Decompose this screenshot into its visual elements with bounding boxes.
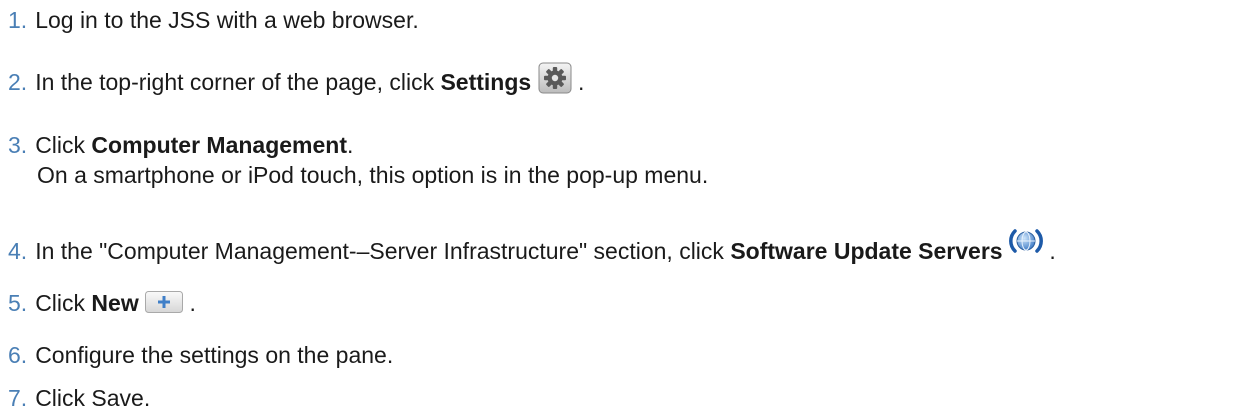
step-text-end: . <box>183 290 196 316</box>
step-text: Click <box>35 290 92 316</box>
new-label: New <box>91 290 139 316</box>
step-number: 3. <box>8 132 28 158</box>
step-text: In the top-right corner of the page, cli… <box>35 69 441 95</box>
step-2: 2. In the top-right corner of the page, c… <box>8 62 584 97</box>
step-number: 2. <box>8 69 28 95</box>
step-note: On a smartphone or iPod touch, this opti… <box>37 162 709 188</box>
step-number: 7. <box>8 385 28 411</box>
step-3: 3. Click Computer Management. On a smartp… <box>8 130 708 190</box>
step-text: In the "Computer Management-–Server Infr… <box>35 238 731 264</box>
step-5: 5. Click New . <box>8 288 196 318</box>
step-number: 4. <box>8 238 28 264</box>
step-text: Click Save. <box>35 385 151 411</box>
plus-icon <box>145 291 184 313</box>
step-6: 6. Configure the settings on the pane. <box>8 340 393 370</box>
step-4: 4. In the "Computer Management-–Server In… <box>8 225 1056 266</box>
step-1: 1. Log in to the JSS with a web browser. <box>8 5 419 35</box>
gear-icon <box>538 62 572 94</box>
computer-management-label: Computer Management <box>91 132 348 158</box>
step-text-end: . <box>571 69 585 95</box>
globe-sync-icon <box>1009 225 1043 257</box>
step-text-end: . <box>1042 238 1056 264</box>
step-7: 7. Click Save. <box>8 383 150 413</box>
step-text: Log in to the JSS with a web browser. <box>35 7 419 33</box>
step-number: 1. <box>8 7 28 33</box>
settings-label: Settings <box>440 69 532 95</box>
step-number: 5. <box>8 290 28 316</box>
step-text: Click <box>35 132 92 158</box>
step-text: Configure the settings on the pane. <box>35 342 394 368</box>
step-text-end: . <box>347 132 354 158</box>
step-number: 6. <box>8 342 28 368</box>
software-update-servers-label: Software Update Servers <box>730 238 1003 264</box>
